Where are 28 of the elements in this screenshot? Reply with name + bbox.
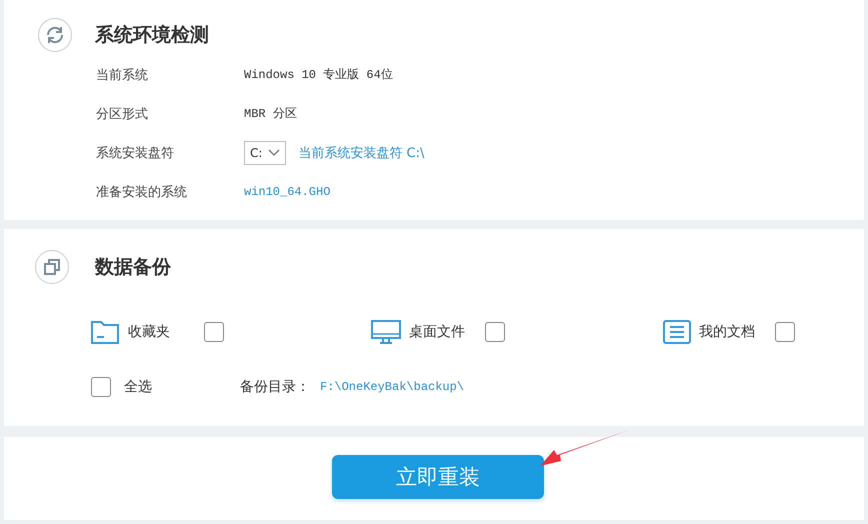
checkbox[interactable] [204, 322, 224, 342]
checkbox[interactable] [485, 322, 505, 342]
reinstall-button[interactable]: 立即重装 [332, 455, 544, 499]
section-title: 数据备份 [95, 255, 171, 280]
field-label: 分区形式 [96, 106, 149, 122]
system-image-link[interactable]: win10_64.GHO [244, 184, 330, 198]
backup-item-label: 我的文档 [699, 323, 756, 341]
checkbox[interactable] [91, 377, 111, 397]
field-value: MBR 分区 [244, 106, 297, 122]
copy-icon [35, 250, 69, 284]
backup-item-label: 桌面文件 [409, 323, 466, 341]
document-icon [663, 320, 691, 344]
select-all-label: 全选 [124, 378, 153, 396]
field-value: Windows 10 专业版 64位 [244, 67, 393, 83]
backup-directory-label: 备份目录： [240, 378, 310, 396]
checkbox[interactable] [775, 322, 795, 342]
folder-icon [90, 319, 120, 345]
caret-icon [268, 148, 280, 156]
field-label: 当前系统 [96, 66, 149, 84]
monitor-icon [371, 319, 401, 345]
field-label: 系统安装盘符 [96, 144, 175, 162]
section-title: 系统环境检测 [95, 23, 209, 48]
field-label: 准备安装的系统 [96, 184, 188, 200]
drive-note: 当前系统安装盘符 C:\ [298, 144, 424, 162]
drive-select[interactable]: C: [244, 140, 286, 164]
refresh-icon [38, 18, 72, 52]
backup-item-label: 收藏夹 [128, 323, 171, 341]
backup-directory-link[interactable]: F:\OneKeyBak\backup\ [320, 380, 464, 394]
